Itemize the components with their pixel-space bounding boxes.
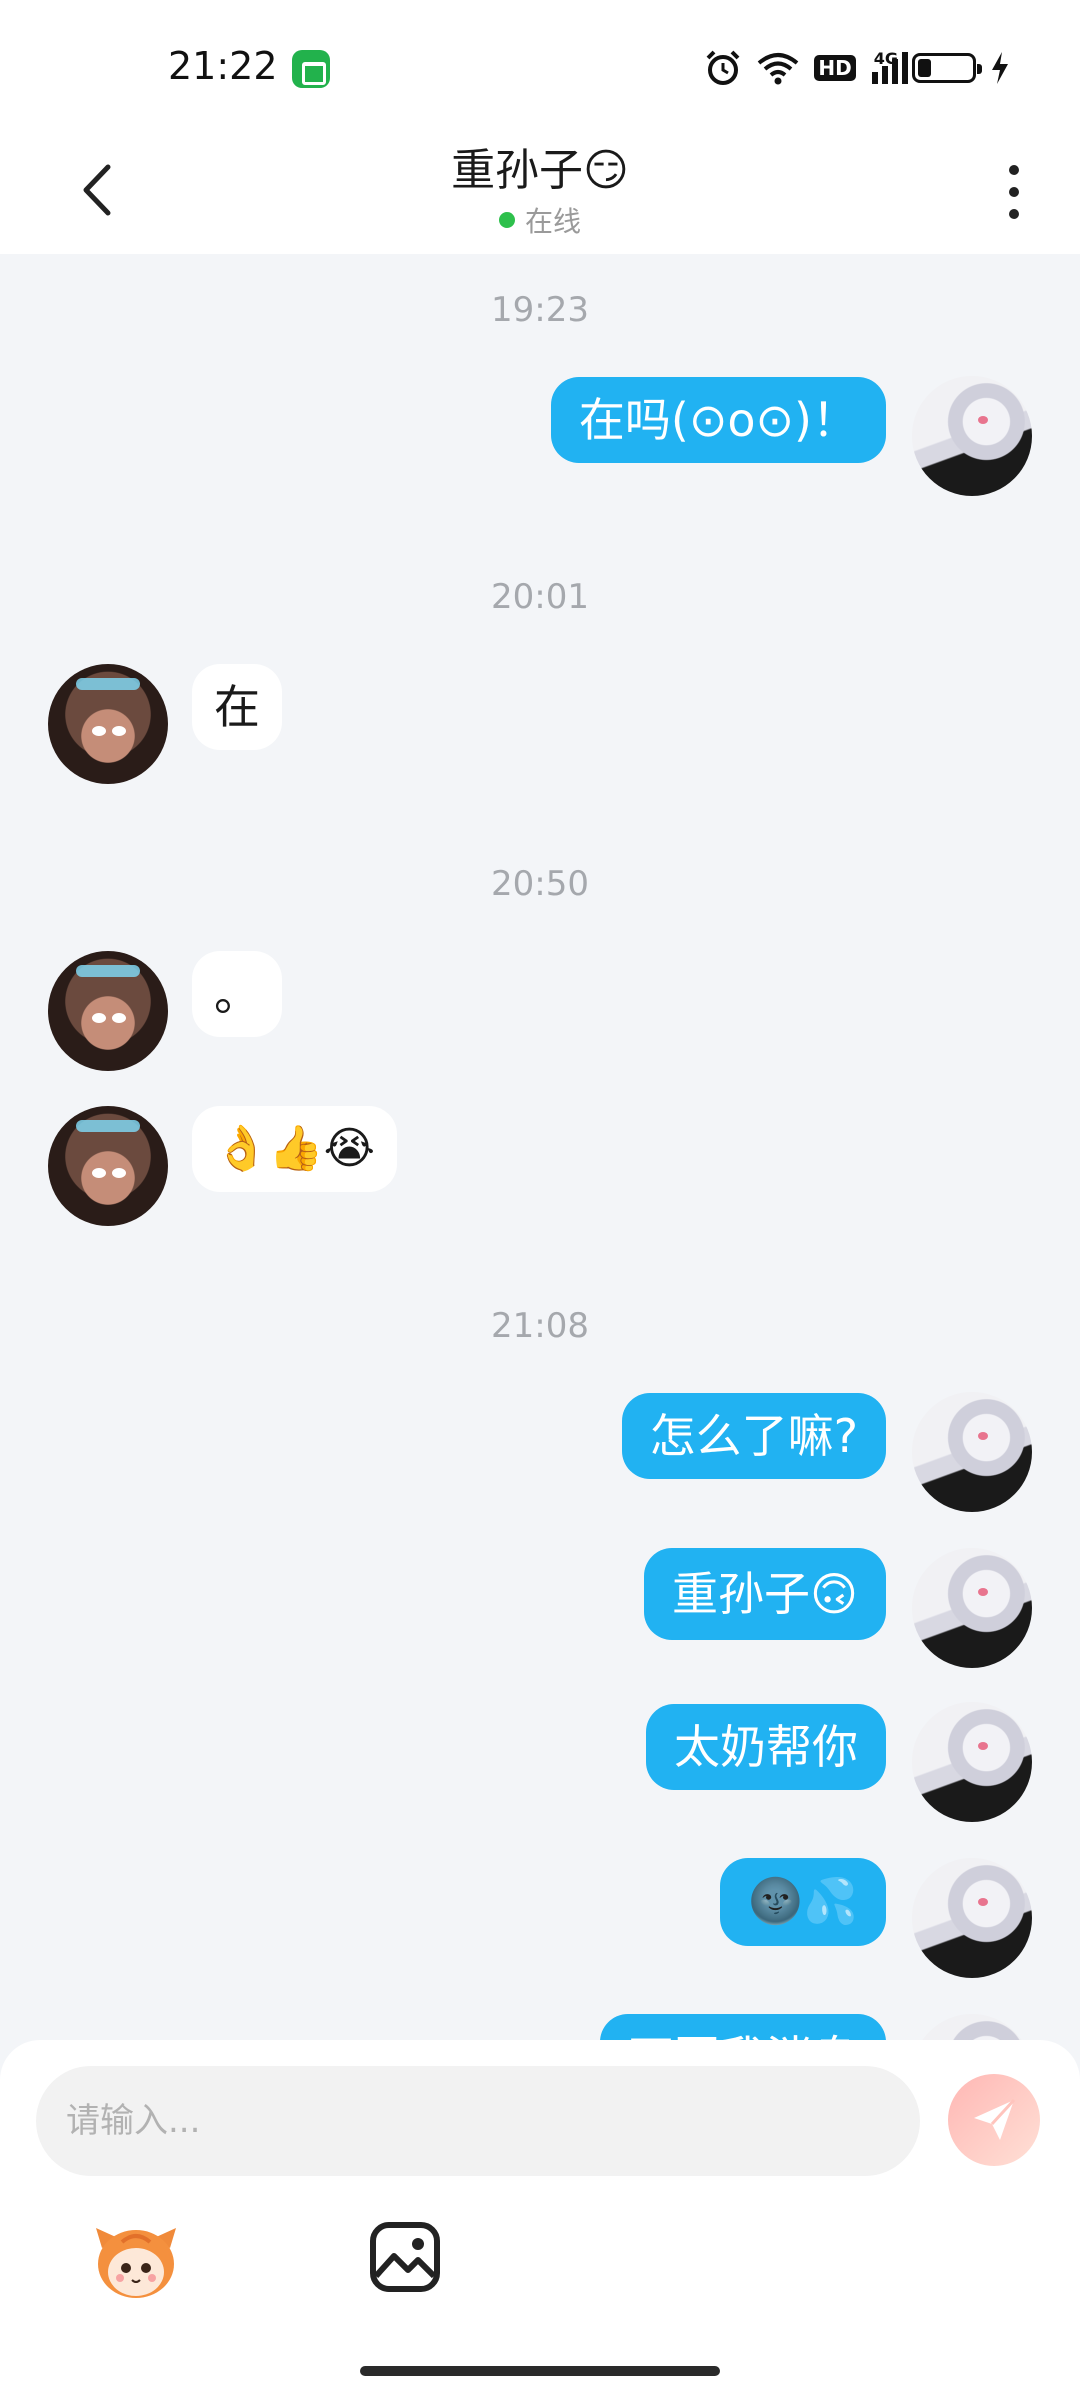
online-status-label: 在线 — [524, 205, 581, 238]
alarm-icon — [706, 50, 740, 85]
my-avatar[interactable] — [912, 1702, 1032, 1822]
message-bubble-outgoing[interactable]: 🌚💦 — [720, 1858, 886, 1946]
contact-avatar[interactable] — [48, 664, 168, 784]
battery-level — [918, 59, 931, 77]
timestamp: 19:23 — [491, 290, 589, 330]
contact-avatar[interactable] — [48, 951, 168, 1071]
app-notification-icon — [292, 50, 330, 88]
status-icons: HD 4G — [704, 48, 1010, 88]
mascot-sticker-button[interactable] — [92, 2220, 180, 2304]
more-dot-icon — [1009, 165, 1019, 175]
wifi-icon — [758, 53, 799, 85]
my-avatar[interactable] — [912, 1858, 1032, 1978]
send-icon — [974, 2098, 1016, 2140]
hd-badge: HD — [814, 55, 856, 81]
composer-panel — [0, 2040, 1080, 2400]
chat-header: 重孙子😏 在线 — [0, 130, 1080, 254]
message-input[interactable] — [36, 2066, 920, 2176]
timestamp: 20:50 — [491, 864, 589, 904]
timestamp: 21:08 — [491, 1306, 589, 1346]
my-avatar[interactable] — [912, 376, 1032, 496]
charging-icon — [992, 52, 1008, 84]
network-type: 4G — [873, 48, 898, 68]
my-avatar[interactable] — [912, 1548, 1032, 1668]
more-options-button[interactable] — [994, 152, 1034, 232]
message-bubble-outgoing[interactable]: 重孙子🙃 — [644, 1548, 886, 1640]
status-bar: 21:22 HD 4G — [0, 0, 1080, 130]
image-picker-button[interactable] — [368, 2220, 442, 2294]
send-button[interactable] — [948, 2074, 1040, 2166]
message-bubble-outgoing[interactable]: 太奶帮你 — [646, 1704, 886, 1790]
mascot-icon — [96, 2228, 176, 2298]
my-avatar[interactable] — [912, 1392, 1032, 1512]
contact-avatar[interactable] — [48, 1106, 168, 1226]
status-time: 21:22 — [168, 44, 278, 88]
message-bubble-incoming[interactable]: 在 — [192, 664, 282, 750]
chat-messages[interactable]: 19:23 在吗(⊙o⊙)！ 20:01 在 20:50 。 👌👍😭 21:08… — [0, 254, 1080, 2044]
image-icon — [370, 2222, 440, 2292]
more-dot-icon — [1009, 187, 1019, 197]
message-bubble-outgoing[interactable]: 在吗(⊙o⊙)！ — [550, 377, 886, 463]
timestamp: 20:01 — [491, 577, 589, 617]
home-indicator[interactable] — [360, 2366, 720, 2376]
more-dot-icon — [1009, 209, 1019, 219]
message-bubble-incoming[interactable]: 。 — [192, 951, 282, 1037]
online-dot-icon — [498, 212, 515, 228]
message-bubble-outgoing[interactable]: 怎么了嘛? — [621, 1393, 886, 1479]
online-status: 在线 — [0, 200, 1080, 240]
title-wrap: 重孙子😏 在线 — [0, 134, 1080, 240]
contact-name: 重孙子😏 — [451, 145, 629, 196]
message-bubble-incoming[interactable]: 👌👍😭 — [192, 1106, 397, 1192]
battery-icon — [912, 53, 982, 83]
